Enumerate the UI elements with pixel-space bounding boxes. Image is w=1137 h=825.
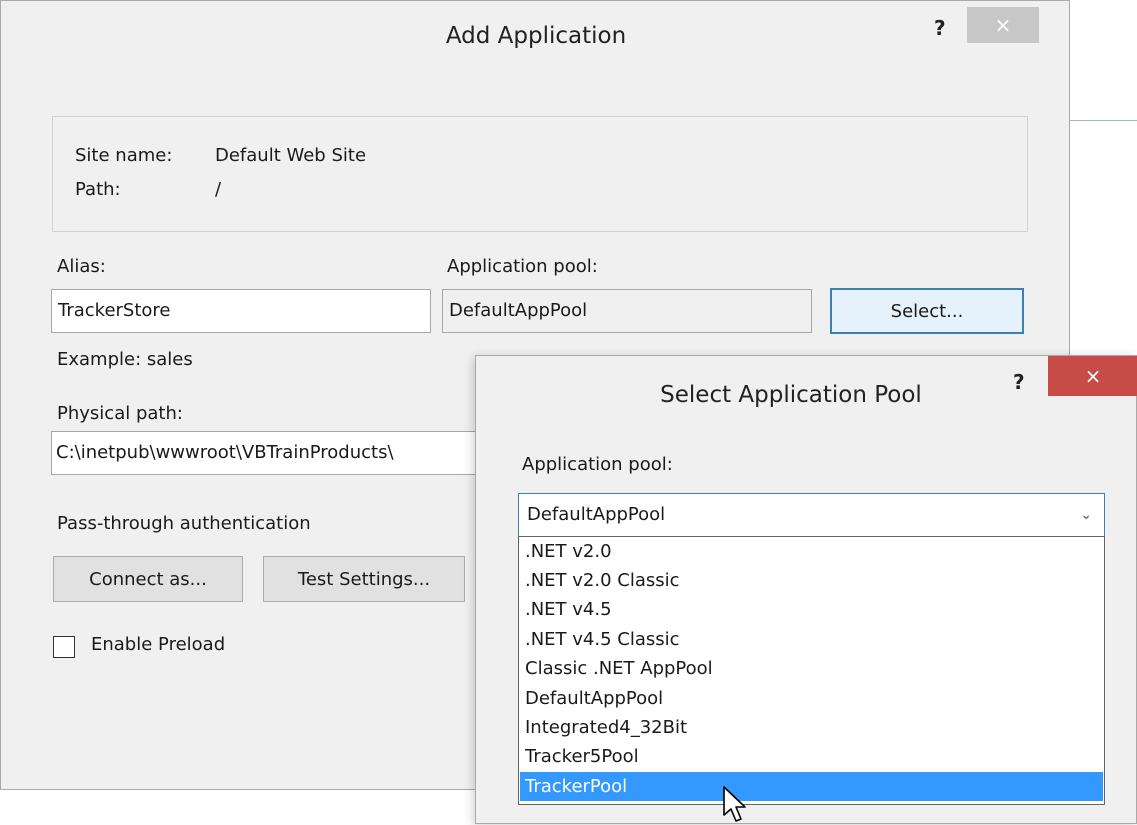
physical-path-label: Physical path: — [57, 403, 183, 424]
enable-preload-checkbox[interactable] — [53, 636, 75, 658]
close-icon: × — [994, 13, 1012, 37]
combobox-selected-value: DefaultAppPool — [527, 504, 666, 525]
dropdown-option[interactable]: Classic .NET AppPool — [520, 654, 1103, 683]
site-name-label: Site name: — [75, 145, 173, 166]
mouse-cursor-icon — [723, 786, 746, 822]
chevron-down-icon[interactable]: ⌄ — [1080, 494, 1092, 536]
dropdown-option-highlighted[interactable]: TrackerPool — [520, 772, 1103, 801]
enable-preload-label: Enable Preload — [91, 634, 226, 655]
dropdown-option[interactable]: .NET v4.5 Classic — [520, 625, 1103, 654]
close-icon: × — [1084, 364, 1102, 388]
site-name-value: Default Web Site — [215, 145, 367, 166]
pass-through-label: Pass-through authentication — [57, 513, 311, 534]
test-settings-button[interactable]: Test Settings... — [263, 556, 465, 602]
dropdown-option[interactable]: .NET v4.5 — [520, 595, 1103, 624]
dropdown-option[interactable]: .NET v2.0 Classic — [520, 566, 1103, 595]
dropdown-option[interactable]: DefaultAppPool — [520, 684, 1103, 713]
pool-help-button[interactable]: ? — [1013, 370, 1025, 394]
select-button[interactable]: Select... — [830, 288, 1024, 334]
app-pool-label: Application pool: — [447, 256, 598, 277]
physical-path-input[interactable]: C:\inetpub\wwwroot\VBTrainProducts\ — [51, 431, 481, 475]
connect-as-button[interactable]: Connect as... — [53, 556, 243, 602]
close-button[interactable]: × — [967, 7, 1039, 43]
help-button[interactable]: ? — [934, 16, 946, 40]
app-pool-combobox[interactable]: DefaultAppPool ⌄ — [518, 493, 1105, 537]
dropdown-option[interactable]: Integrated4_32Bit — [520, 713, 1103, 742]
pool-close-button[interactable]: × — [1048, 356, 1137, 396]
app-pool-dropdown-list: .NET v2.0 .NET v2.0 Classic .NET v4.5 .N… — [518, 536, 1105, 805]
app-pool-field: DefaultAppPool — [442, 289, 812, 333]
example-text: Example: sales — [57, 349, 193, 370]
select-application-pool-dialog: Select Application Pool ? × Application … — [475, 355, 1137, 824]
dropdown-option[interactable]: Tracker5Pool — [520, 742, 1103, 771]
path-label: Path: — [75, 179, 121, 200]
pool-dialog-title: Select Application Pool — [660, 382, 922, 408]
path-value: / — [215, 179, 222, 200]
background-window-edge — [1070, 120, 1137, 121]
site-info-box: Site name: Default Web Site Path: / — [52, 116, 1028, 232]
dialog-title: Add Application — [445, 23, 627, 49]
dropdown-option[interactable]: .NET v2.0 — [520, 537, 1103, 566]
alias-label: Alias: — [57, 256, 106, 277]
alias-input[interactable]: TrackerStore — [51, 289, 431, 333]
pool-app-pool-label: Application pool: — [522, 454, 673, 475]
